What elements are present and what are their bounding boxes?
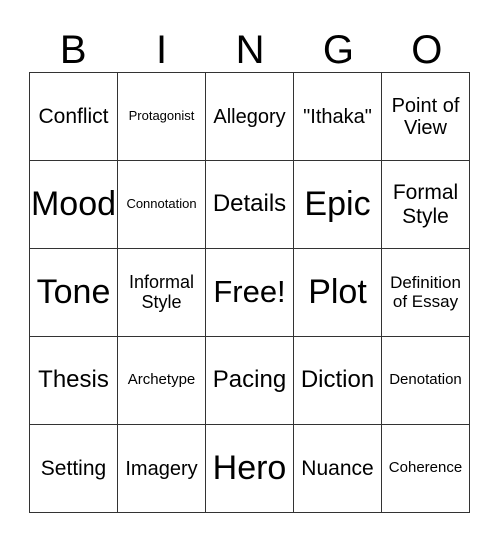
header-letter-o: O (411, 28, 443, 72)
card-cell[interactable]: Informal Style (117, 248, 206, 337)
card-cell[interactable]: Definition of Essay (381, 248, 470, 337)
header-letter-n: N (235, 28, 265, 72)
card-row: Tone Informal Style Free! Plot Definitio… (29, 248, 470, 337)
card-cell[interactable]: Mood (29, 160, 118, 249)
card-cell[interactable]: Denotation (381, 336, 470, 425)
card-cell[interactable]: Plot (293, 248, 382, 337)
header-letter-b: B (59, 28, 87, 72)
card-row: Mood Connotation Details Epic Formal Sty… (29, 160, 470, 249)
card-cell[interactable]: Coherence (381, 424, 470, 513)
card-cell[interactable]: Tone (29, 248, 118, 337)
bingo-card: Conflict Protagonist Allegory "Ithaka" P… (29, 72, 470, 513)
card-cell[interactable]: Setting (29, 424, 118, 513)
card-cell[interactable]: Hero (205, 424, 294, 513)
card-row: Thesis Archetype Pacing Diction Denotati… (29, 336, 470, 425)
card-cell[interactable]: Protagonist (117, 72, 206, 161)
bingo-header: B I N G O (29, 28, 471, 72)
card-cell[interactable]: Diction (293, 336, 382, 425)
card-cell[interactable]: Nuance (293, 424, 382, 513)
card-cell[interactable]: Connotation (117, 160, 206, 249)
card-cell[interactable]: Allegory (205, 72, 294, 161)
card-cell[interactable]: "Ithaka" (293, 72, 382, 161)
card-cell[interactable]: Details (205, 160, 294, 249)
card-cell[interactable]: Formal Style (381, 160, 470, 249)
card-cell[interactable]: Thesis (29, 336, 118, 425)
card-cell[interactable]: Epic (293, 160, 382, 249)
card-row: Conflict Protagonist Allegory "Ithaka" P… (29, 72, 470, 161)
header-letter-i: I (156, 28, 168, 72)
card-cell[interactable]: Archetype (117, 336, 206, 425)
card-cell[interactable]: Conflict (29, 72, 118, 161)
card-cell free-space[interactable]: Free! (205, 248, 294, 337)
card-cell[interactable]: Pacing (205, 336, 294, 425)
card-cell[interactable]: Point of View (381, 72, 470, 161)
card-cell[interactable]: Imagery (117, 424, 206, 513)
card-row: Setting Imagery Hero Nuance Coherence (29, 424, 470, 513)
header-letter-g: G (322, 28, 354, 72)
